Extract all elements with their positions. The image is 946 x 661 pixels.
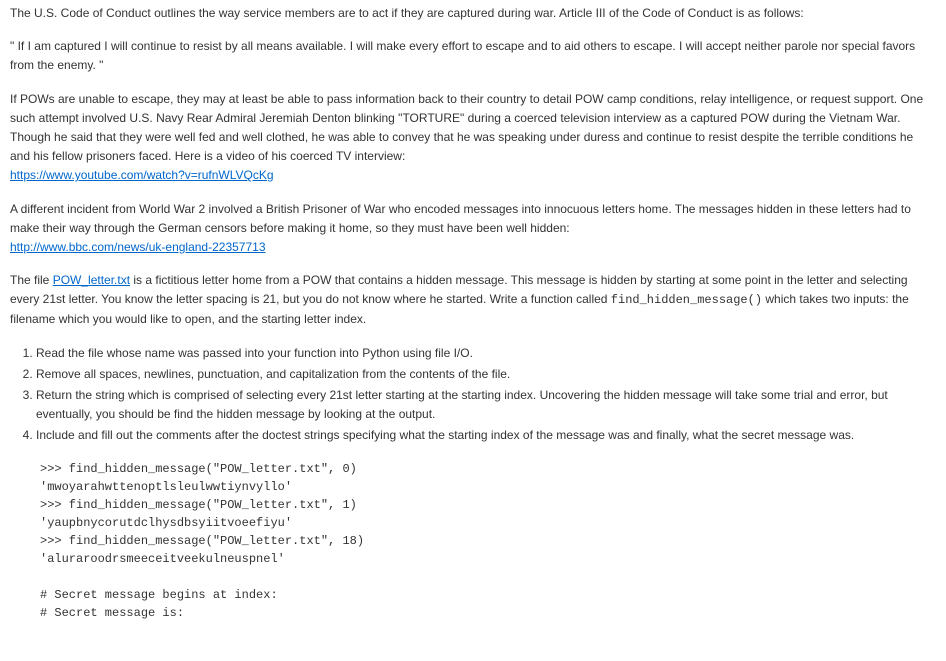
steps-list: Read the file whose name was passed into… [10,344,936,446]
step-item: Remove all spaces, newlines, punctuation… [36,365,936,384]
ww2-paragraph: A different incident from World War 2 in… [10,200,936,258]
function-name: find_hidden_message() [611,293,762,307]
file-pre: The file [10,273,53,287]
step-item: Return the string which is comprised of … [36,386,936,424]
file-paragraph: The file POW_letter.txt is a fictitious … [10,271,936,330]
step-item: Read the file whose name was passed into… [36,344,936,363]
intro-paragraph: The U.S. Code of Conduct outlines the wa… [10,4,936,23]
bbc-link[interactable]: http://www.bbc.com/news/uk-england-22357… [10,240,266,254]
article-quote: " If I am captured I will continue to re… [10,37,936,75]
step-item: Include and fill out the comments after … [36,426,936,445]
youtube-link[interactable]: https://www.youtube.com/watch?v=rufnWLVQ… [10,168,274,182]
code-example-block: >>> find_hidden_message("POW_letter.txt"… [40,460,936,622]
pow-paragraph: If POWs are unable to escape, they may a… [10,90,936,186]
ww2-text: A different incident from World War 2 in… [10,202,911,235]
pow-letter-link[interactable]: POW_letter.txt [53,273,130,287]
pow-text: If POWs are unable to escape, they may a… [10,92,923,164]
